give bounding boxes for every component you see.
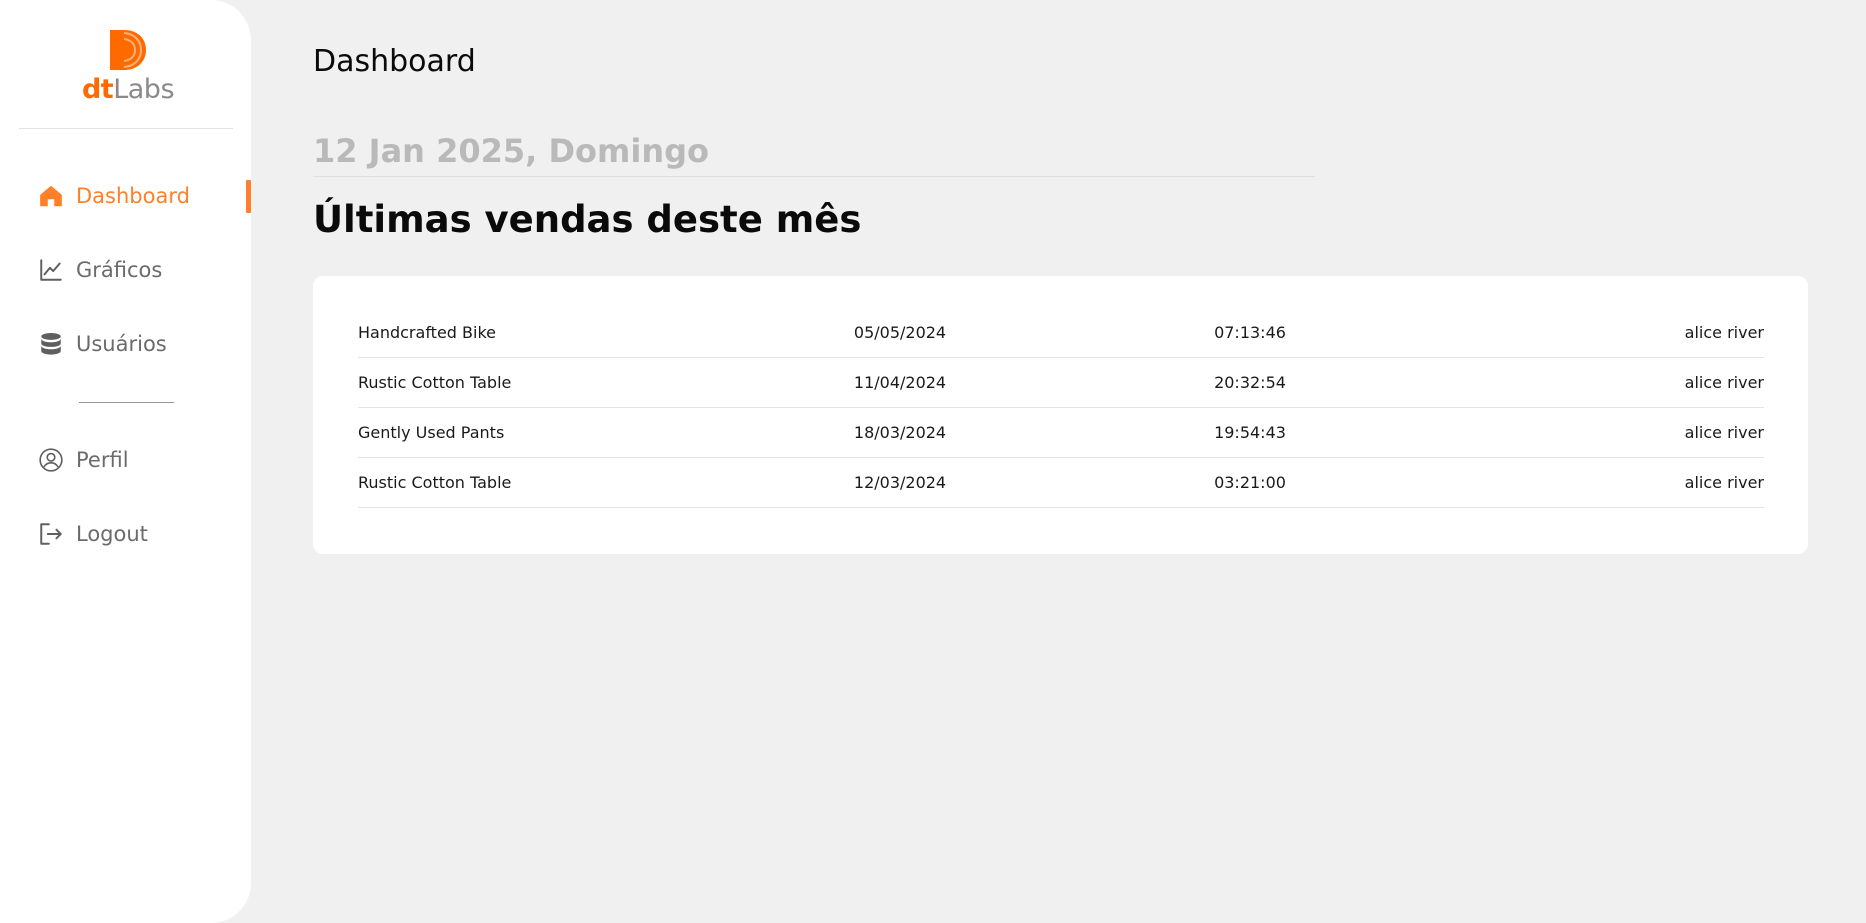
sidebar-item-usuarios[interactable]: Usuários <box>36 324 236 364</box>
time-cell: 03:21:00 <box>1214 473 1286 492</box>
user-cell: alice river <box>1684 373 1764 392</box>
sidebar-item-logout[interactable]: Logout <box>36 514 236 554</box>
table-row[interactable]: Handcrafted Bike 05/05/2024 07:13:46 ali… <box>358 308 1764 358</box>
line-chart-icon <box>36 255 66 285</box>
logo-labs-text: Labs <box>113 74 175 105</box>
logo-d-icon <box>110 30 146 70</box>
sidebar-item-label: Gráficos <box>76 258 163 282</box>
sidebar-item-label: Dashboard <box>76 184 190 208</box>
sidebar-item-dashboard[interactable]: Dashboard <box>36 176 236 216</box>
sidebar-item-perfil[interactable]: Perfil <box>36 440 236 480</box>
logo-wordmark: dtLabs <box>78 74 178 105</box>
date-cell: 05/05/2024 <box>853 323 947 342</box>
logo-dt-text: dt <box>81 74 114 105</box>
sidebar-item-label: Perfil <box>76 448 129 472</box>
sidebar-item-label: Usuários <box>76 332 167 356</box>
logo-divider <box>19 128 233 129</box>
date-cell: 11/04/2024 <box>853 373 947 392</box>
date-cell: 18/03/2024 <box>853 423 947 442</box>
product-cell: Rustic Cotton Table <box>358 473 512 492</box>
time-cell: 07:13:46 <box>1214 323 1286 342</box>
active-indicator <box>246 180 251 213</box>
user-circle-icon <box>36 445 66 475</box>
table-row[interactable]: Rustic Cotton Table 11/04/2024 20:32:54 … <box>358 358 1764 408</box>
table-row[interactable]: Gently Used Pants 18/03/2024 19:54:43 al… <box>358 408 1764 458</box>
table-row[interactable]: Rustic Cotton Table 12/03/2024 03:21:00 … <box>358 458 1764 508</box>
home-icon <box>36 181 66 211</box>
page-title: Dashboard <box>313 44 476 79</box>
user-cell: alice river <box>1684 323 1764 342</box>
date-divider <box>313 176 1315 177</box>
user-cell: alice river <box>1684 423 1764 442</box>
sales-table: Handcrafted Bike 05/05/2024 07:13:46 ali… <box>358 308 1764 508</box>
product-cell: Handcrafted Bike <box>358 323 496 342</box>
sidebar-item-graficos[interactable]: Gráficos <box>36 250 236 290</box>
nav-divider <box>79 402 174 403</box>
database-icon <box>36 329 66 359</box>
date-cell: 12/03/2024 <box>853 473 947 492</box>
time-cell: 19:54:43 <box>1214 423 1286 442</box>
current-date: 12 Jan 2025, Domingo <box>313 132 709 170</box>
sidebar-item-label: Logout <box>76 522 148 546</box>
product-cell: Gently Used Pants <box>358 423 505 442</box>
logout-icon <box>36 519 66 549</box>
user-cell: alice river <box>1684 473 1764 492</box>
sidebar: dtLabs Dashboard Gráficos Usuários Perfi… <box>0 0 251 923</box>
product-cell: Rustic Cotton Table <box>358 373 512 392</box>
time-cell: 20:32:54 <box>1214 373 1286 392</box>
sales-card: Handcrafted Bike 05/05/2024 07:13:46 ali… <box>313 276 1808 554</box>
dtlabs-logo[interactable]: dtLabs <box>78 24 178 108</box>
section-title: Últimas vendas deste mês <box>313 198 862 241</box>
